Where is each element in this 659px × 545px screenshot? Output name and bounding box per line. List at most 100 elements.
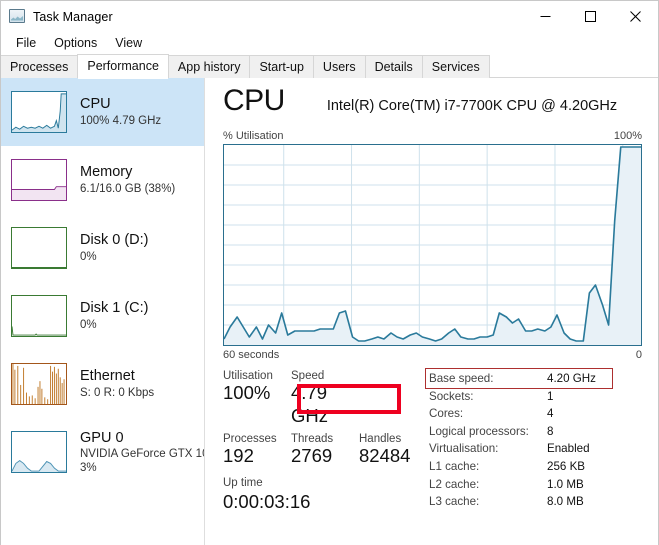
stat-threads: Threads 2769 — [291, 433, 359, 467]
graph-x-right-label: 0 — [635, 349, 642, 361]
stat-processes-value: 192 — [223, 445, 254, 467]
detail-value-sockets: 1 — [547, 389, 554, 403]
cpu-utilisation-plot — [224, 145, 641, 345]
cpu-thumbnail-graph — [11, 91, 67, 133]
detail-row-l1-cache: L1 cache: 256 KB — [429, 458, 642, 476]
stat-handles-value: 82484 — [359, 445, 411, 467]
sidebar-item-memory[interactable]: Memory 6.1/16.0 GB (38%) — [1, 146, 204, 214]
stat-speed: Speed 4.79 GHz — [291, 370, 359, 427]
window-title: Task Manager — [33, 9, 113, 24]
detail-key-l3-cache: L3 cache: — [429, 495, 480, 509]
sidebar-item-disk0-sub: 0% — [80, 250, 97, 263]
disk0-thumbnail-graph — [11, 227, 67, 269]
stat-speed-value: 4.79 GHz — [291, 382, 328, 427]
stat-uptime-label: Up time — [223, 477, 263, 490]
sidebar-item-disk0[interactable]: Disk 0 (D:) 0% — [1, 214, 204, 282]
detail-row-cores: Cores: 4 — [429, 405, 642, 423]
detail-key-sockets: Sockets: — [429, 389, 474, 403]
tab-users[interactable]: Users — [312, 55, 366, 78]
cpu-details-list: Base speed: 4.20 GHz Sockets: 1 Cores: 4… — [421, 368, 642, 514]
sidebar-item-cpu-sub: 100% 4.79 GHz — [80, 114, 162, 127]
tab-processes[interactable]: Processes — [1, 55, 79, 78]
sidebar-item-ethernet-text: Ethernet S: 0 R: 0 Kbps — [80, 368, 154, 399]
minimize-button[interactable] — [523, 1, 568, 32]
cpu-utilisation-graph — [223, 144, 642, 346]
detail-value-base-speed: 4.20 GHz — [547, 372, 596, 385]
sidebar-item-gpu0-sub: NVIDIA GeForce GTX 105 — [80, 447, 204, 460]
sidebar-item-disk1-text: Disk 1 (C:) 0% — [80, 300, 148, 331]
panel-header: CPU Intel(R) Core(TM) i7-7700K CPU @ 4.2… — [223, 78, 642, 116]
sidebar-item-cpu-text: CPU 100% 4.79 GHz — [80, 96, 161, 127]
sidebar-item-ethernet[interactable]: Ethernet S: 0 R: 0 Kbps — [1, 350, 204, 418]
tab-details[interactable]: Details — [364, 55, 423, 78]
tab-performance[interactable]: Performance — [77, 54, 169, 79]
stat-threads-value: 2769 — [291, 445, 333, 467]
detail-key-cores: Cores: — [429, 407, 464, 421]
detail-value-cores: 4 — [547, 407, 554, 421]
memory-thumbnail-graph — [11, 159, 67, 201]
detail-row-virtualisation: Virtualisation: Enabled — [429, 440, 642, 458]
detail-row-sockets: Sockets: 1 — [429, 388, 642, 406]
sidebar-item-disk1-title: Disk 1 (C:) — [80, 300, 149, 317]
tab-strip: Processes Performance App history Start-… — [1, 54, 658, 79]
sidebar-item-cpu[interactable]: CPU 100% 4.79 GHz — [1, 78, 204, 146]
stats-row-1: Utilisation 100% Speed 4.79 GHz — [223, 370, 421, 427]
detail-key-base-speed: Base speed: — [429, 372, 494, 385]
graph-top-labels: % Utilisation 100% — [223, 130, 642, 142]
ethernet-thumbnail-graph — [11, 363, 67, 405]
stats-row-2: Processes 192 Threads 2769 Handles 82484 — [223, 433, 421, 467]
sidebar-item-disk1-sub: 0% — [80, 318, 97, 331]
stats-left-column: Utilisation 100% Speed 4.79 GHz Processe… — [223, 370, 421, 514]
stat-uptime-value: 0:00:03:16 — [223, 491, 311, 513]
sidebar-item-cpu-title: CPU — [80, 96, 111, 113]
sidebar-item-ethernet-sub: S: 0 R: 0 Kbps — [80, 386, 155, 399]
graph-x-left-label: 60 seconds — [223, 349, 280, 361]
detail-row-base-speed: Base speed: 4.20 GHz — [425, 368, 642, 389]
detail-row-l2-cache: L2 cache: 1.0 MB — [429, 476, 642, 494]
stats-area: Utilisation 100% Speed 4.79 GHz Processe… — [223, 368, 642, 514]
performance-detail-panel: CPU Intel(R) Core(TM) i7-7700K CPU @ 4.2… — [205, 78, 658, 545]
stat-uptime: Up time 0:00:03:16 — [223, 477, 421, 513]
menu-item-view[interactable]: View — [106, 34, 151, 52]
stat-processes: Processes 192 — [223, 433, 291, 467]
sidebar-item-gpu0[interactable]: GPU 0 NVIDIA GeForce GTX 105 3% — [1, 418, 204, 486]
window-controls — [523, 1, 658, 32]
detail-value-l1-cache: 256 KB — [547, 459, 586, 473]
detail-value-l3-cache: 8.0 MB — [547, 495, 584, 509]
title-bar: Task Manager — [1, 1, 658, 32]
sidebar-item-disk0-text: Disk 0 (D:) 0% — [80, 232, 148, 263]
sidebar-item-memory-sub: 6.1/16.0 GB (38%) — [80, 182, 176, 195]
tab-app-history[interactable]: App history — [167, 55, 251, 78]
tab-services[interactable]: Services — [421, 55, 490, 78]
page-title: CPU — [223, 84, 285, 117]
sidebar-item-memory-title: Memory — [80, 164, 133, 181]
detail-key-l1-cache: L1 cache: — [429, 459, 480, 473]
content-area: CPU 100% 4.79 GHz Memory 6.1/16.0 GB (38… — [1, 78, 658, 545]
stat-utilisation-value: 100% — [223, 382, 271, 403]
sidebar-item-gpu0-text: GPU 0 NVIDIA GeForce GTX 105 3% — [80, 430, 204, 475]
stat-utilisation: Utilisation 100% — [223, 370, 291, 427]
close-button[interactable] — [613, 1, 658, 32]
detail-key-virtualisation: Virtualisation: — [429, 442, 499, 456]
detail-key-l2-cache: L2 cache: — [429, 477, 480, 491]
sidebar-item-gpu0-title: GPU 0 — [80, 429, 124, 446]
cpu-model-name: Intel(R) Core(TM) i7-7700K CPU @ 4.20GHz — [326, 98, 618, 114]
task-manager-icon — [9, 8, 25, 25]
maximize-button[interactable] — [568, 1, 613, 32]
disk1-thumbnail-graph — [11, 295, 67, 337]
detail-row-l3-cache: L3 cache: 8.0 MB — [429, 493, 642, 511]
gpu0-thumbnail-graph — [11, 431, 67, 473]
sidebar-item-disk1[interactable]: Disk 1 (C:) 0% — [1, 282, 204, 350]
menu-item-file[interactable]: File — [7, 34, 45, 52]
tab-start-up[interactable]: Start-up — [249, 55, 314, 78]
detail-value-l2-cache: 1.0 MB — [547, 477, 584, 491]
graph-y-max-label: 100% — [613, 130, 642, 142]
resource-sidebar[interactable]: CPU 100% 4.79 GHz Memory 6.1/16.0 GB (38… — [1, 78, 205, 545]
detail-key-logical-processors: Logical processors: — [429, 424, 529, 438]
graph-bottom-labels: 60 seconds 0 — [223, 349, 642, 361]
detail-value-virtualisation: Enabled — [547, 442, 590, 456]
menu-item-options[interactable]: Options — [45, 34, 106, 52]
sidebar-item-gpu0-sub2: 3% — [80, 461, 97, 474]
sidebar-item-disk0-title: Disk 0 (D:) — [80, 232, 149, 249]
sidebar-item-ethernet-title: Ethernet — [80, 368, 135, 385]
